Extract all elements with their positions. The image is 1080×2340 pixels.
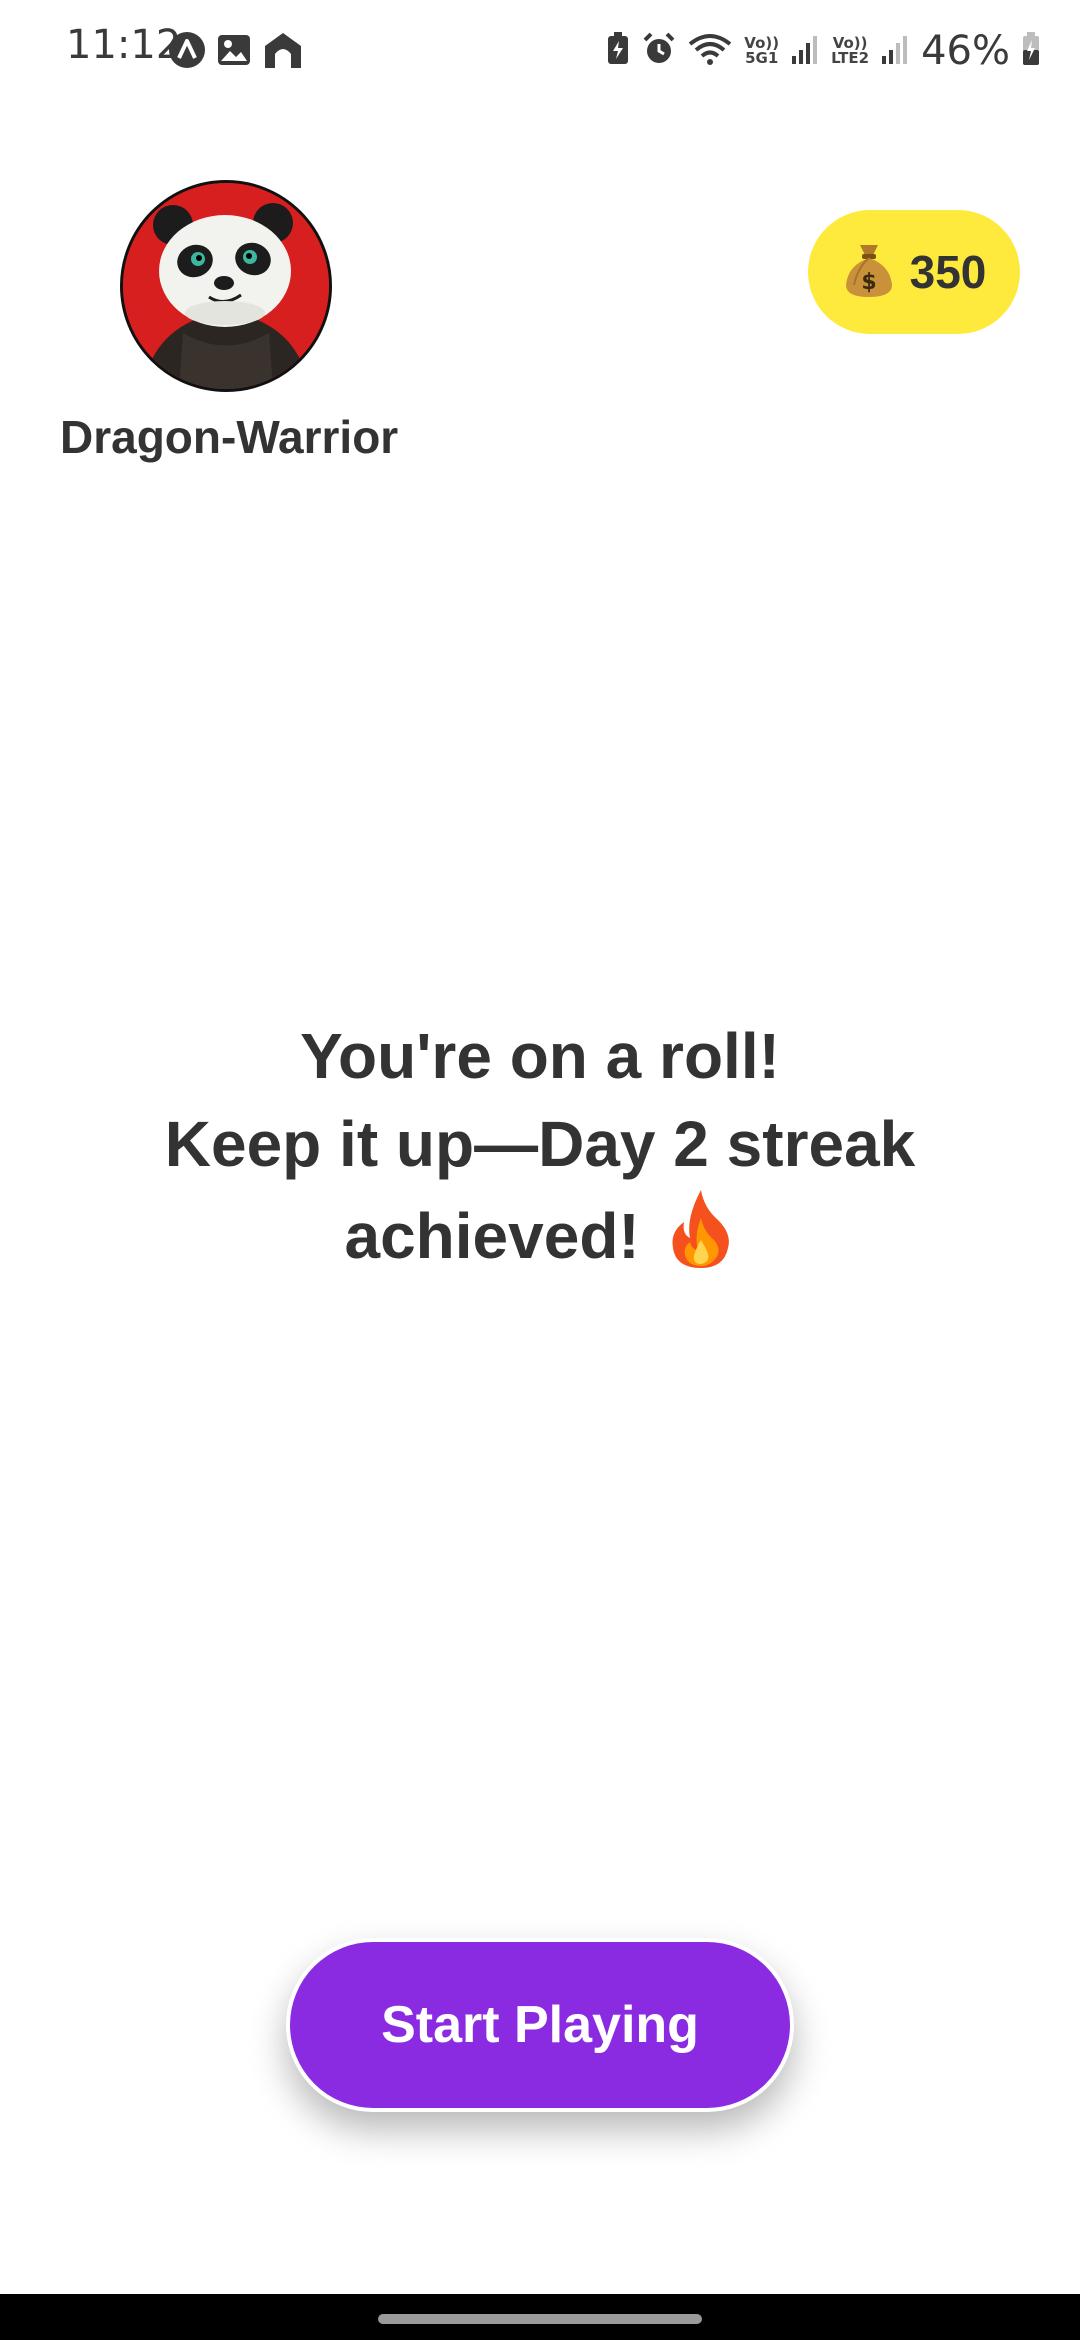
fire-icon [666,1188,736,1292]
panda-avatar-image [123,183,329,389]
streak-message-line3-wrap: achieved! [120,1188,960,1292]
coin-amount: 350 [909,246,987,298]
sim1-network-label: Vo)) 5G1 [744,34,780,67]
coin-balance-badge[interactable]: $ 350 [808,210,1020,334]
panda-avatar[interactable] [120,180,332,392]
app-a-icon [168,31,206,74]
svg-text:$: $ [861,270,876,295]
wifi-icon [688,32,732,71]
alarm-icon [642,32,676,71]
sim2-network-label: Vo)) LTE2 [831,34,870,67]
streak-message: You're on a roll! Keep it up—Day 2 strea… [120,1012,960,1292]
signal-sim1-icon [791,34,819,69]
signal-sim2-icon [881,34,909,69]
streak-message-line1: You're on a roll! [300,1020,780,1092]
notification-icons [168,30,304,75]
streak-message-line3: achieved! [344,1200,640,1272]
battery-percent: 46% [921,28,1010,74]
navigation-bar [0,2294,1080,2340]
streak-message-line2: Keep it up—Day 2 streak [164,1108,916,1180]
battery-icon [1022,31,1040,71]
home-app-icon [262,30,304,75]
battery-saver-icon [606,31,630,71]
money-bag-icon: $ [842,241,896,304]
home-indicator[interactable] [378,2314,702,2324]
status-time: 11:12 [66,22,182,68]
system-icons: Vo)) 5G1 Vo)) LTE2 46% [606,28,1040,74]
gallery-icon [216,32,252,73]
start-playing-button[interactable]: Start Playing [286,1938,794,2112]
username: Dragon-Warrior [60,411,399,463]
status-bar: 11:12 Vo)) 5G1 Vo)) LTE2 46% [0,0,1080,105]
